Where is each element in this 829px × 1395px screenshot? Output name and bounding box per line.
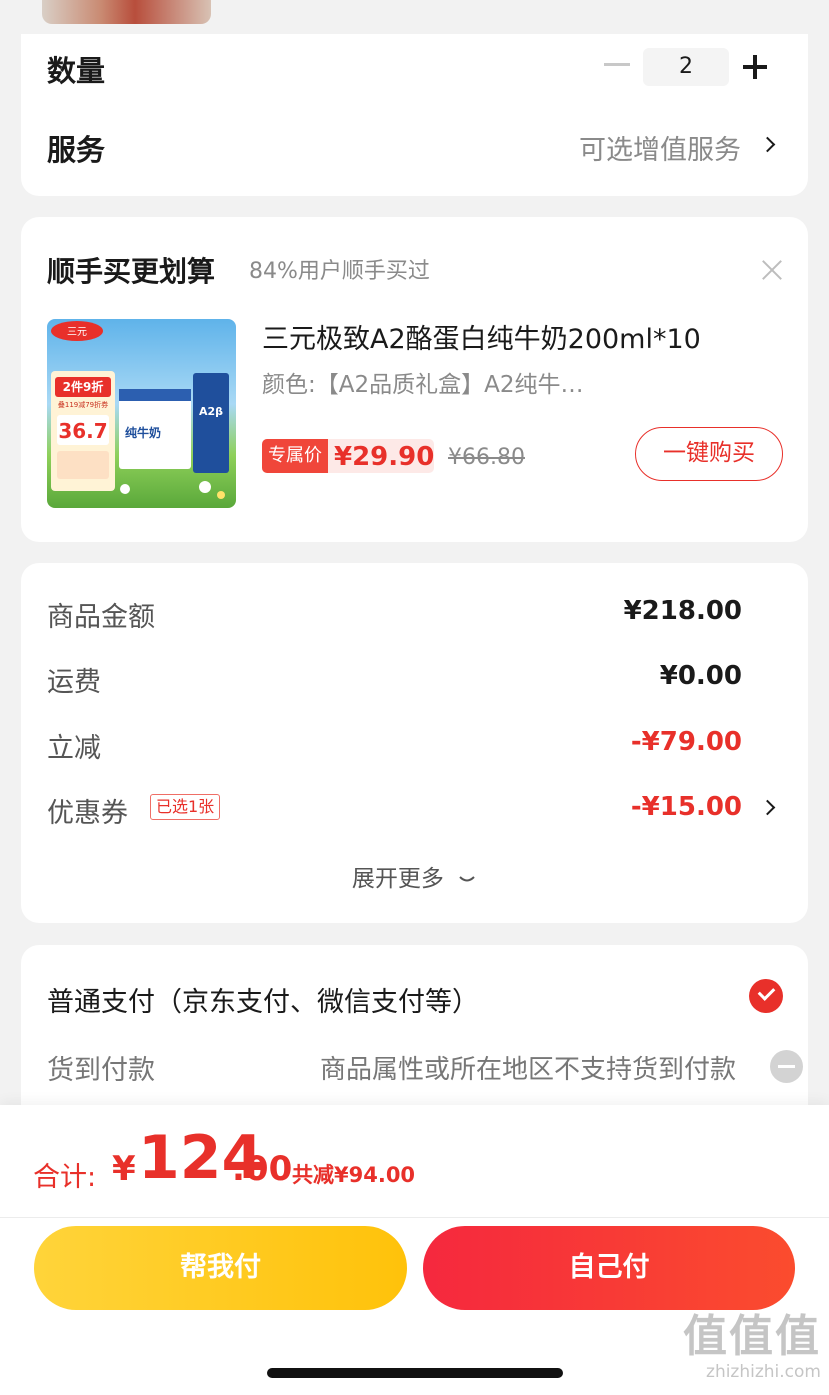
image-promo-subtext: 叠119减79折券 [58, 400, 108, 409]
watermark-url: zhizhizhi.com [706, 1362, 821, 1382]
checkmark-icon[interactable] [749, 979, 783, 1013]
quantity-label: 数量 [47, 54, 106, 88]
quantity-value[interactable]: 2 [643, 48, 729, 86]
exclusive-price-label: 专属价 [262, 439, 328, 473]
total-currency: ¥ [112, 1149, 136, 1189]
image-pack-label: A2β [199, 405, 223, 418]
watermark-logo: 值值值 [683, 1311, 821, 1362]
close-icon[interactable] [762, 260, 782, 280]
quantity-service-card: 数量 2 服务 可选增值服务 [21, 34, 808, 196]
upsell-product-image[interactable]: 三元 2件9折 叠119减79折券 36.7 纯牛奶 A2β [47, 319, 236, 508]
service-value[interactable]: 可选增值服务 [579, 128, 741, 167]
upsell-card: 顺手买更划算 84%用户顺手买过 三元 2件9折 叠119减79折券 36.7 … [21, 217, 808, 542]
upsell-product-title[interactable]: 三元极致A2酪蛋白纯牛奶200ml*10 [262, 317, 701, 356]
cod-payment-label: 货到付款 [47, 1055, 155, 1086]
total-label: 合计: [33, 1162, 97, 1193]
divider [0, 1217, 829, 1218]
total-amount-decimal: .00 [232, 1149, 293, 1189]
coupon-value[interactable]: -¥15.00 [631, 792, 742, 822]
shipping-value: ¥0.00 [659, 661, 742, 691]
upsell-product-variant: 颜色:【A2品质礼盒】A2纯牛… [262, 372, 584, 398]
goods-amount-label: 商品金额 [47, 602, 155, 633]
total-saved: 共减¥94.00 [292, 1163, 416, 1187]
milk-box-illustration: 三元 2件9折 叠119减79折券 36.7 纯牛奶 A2β [51, 321, 229, 499]
quantity-increase-button[interactable] [743, 55, 767, 79]
cod-unavailable-note: 商品属性或所在地区不支持货到付款 [319, 1055, 736, 1085]
quantity-decrease-button[interactable] [604, 63, 630, 66]
image-brand-text: 三元 [67, 327, 87, 338]
chevron-down-icon [459, 875, 475, 881]
payment-method-card: 普通支付（京东支付、微信支付等） 货到付款 商品属性或所在地区不支持货到付款 [21, 945, 808, 1115]
instant-discount-value: -¥79.00 [630, 727, 742, 757]
goods-amount-value: ¥218.00 [623, 596, 742, 626]
help-me-pay-button[interactable]: 帮我付 [34, 1226, 407, 1310]
previous-product-thumbnail [42, 0, 211, 24]
upsell-subtitle: 84%用户顺手买过 [249, 259, 430, 284]
home-indicator[interactable] [267, 1368, 563, 1378]
service-label: 服务 [47, 133, 106, 167]
exclusive-price-tag: 专属价 ¥29.90 [262, 439, 434, 473]
checkout-bar: 合计: ¥ 124 .00 共减¥94.00 帮我付 自己付 值值值 zhizh… [0, 1105, 829, 1395]
image-pack-text: 纯牛奶 [125, 425, 161, 440]
expand-more-label: 展开更多 [351, 866, 444, 892]
one-click-buy-button[interactable]: 一键购买 [635, 427, 783, 481]
coupon-selected-badge[interactable]: 已选1张 [150, 794, 221, 820]
shipping-label: 运费 [47, 667, 101, 698]
image-price-text: 36.7 [58, 419, 107, 443]
image-promo-text: 2件9折 [63, 379, 104, 394]
original-price: ¥66.80 [448, 445, 525, 470]
watermark: 值值值 zhizhizhi.com [671, 1313, 821, 1383]
chevron-right-icon[interactable] [759, 136, 776, 153]
disabled-icon [770, 1050, 803, 1083]
exclusive-price-value: ¥29.90 [334, 442, 435, 472]
coupon-label[interactable]: 优惠券 [47, 791, 128, 830]
chevron-right-icon[interactable] [759, 799, 776, 816]
instant-discount-label: 立减 [47, 733, 101, 764]
normal-payment-option[interactable]: 普通支付（京东支付、微信支付等） [47, 980, 479, 1019]
pay-myself-button[interactable]: 自己付 [423, 1226, 795, 1310]
upsell-title: 顺手买更划算 [47, 255, 216, 288]
price-summary-card: 商品金额 ¥218.00 运费 ¥0.00 立减 -¥79.00 优惠券 已选1… [21, 563, 808, 923]
expand-more-button[interactable]: 展开更多 [21, 859, 808, 893]
